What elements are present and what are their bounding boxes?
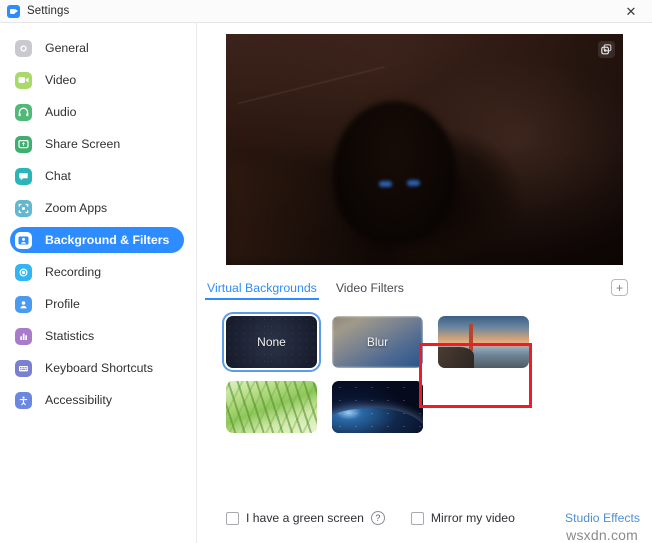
sidebar-item-statistics[interactable]: Statistics xyxy=(10,323,184,349)
sidebar-item-label: Keyboard Shortcuts xyxy=(45,361,154,375)
tab-virtual-backgrounds[interactable]: Virtual Backgrounds xyxy=(205,281,319,300)
background-blur[interactable]: Blur xyxy=(332,316,423,368)
share-screen-icon xyxy=(15,135,32,153)
preview-person-silhouette xyxy=(333,100,457,245)
sidebar-item-accessibility[interactable]: Accessibility xyxy=(10,387,184,413)
sidebar-item-label: Accessibility xyxy=(45,393,112,407)
question-mark-icon[interactable]: ? xyxy=(370,511,385,525)
sidebar-item-label: Profile xyxy=(45,297,80,311)
keyboard-icon xyxy=(15,359,32,377)
studio-effects-link[interactable]: Studio Effects xyxy=(565,511,640,525)
zoom-camera-icon xyxy=(7,4,20,18)
sidebar-item-audio[interactable]: Audio xyxy=(10,99,184,125)
tab-bar: Virtual Backgrounds Video Filters + xyxy=(205,279,642,305)
background-label: None xyxy=(257,335,286,349)
content-panel: Virtual Backgrounds Video Filters + None… xyxy=(197,23,652,543)
sidebar-item-chat[interactable]: Chat xyxy=(10,163,184,189)
mirror-video-label: Mirror my video xyxy=(430,511,515,525)
bottom-controls: I have a green screen ? Mirror my video … xyxy=(226,511,640,525)
sidebar-item-share-screen[interactable]: Share Screen xyxy=(10,131,184,157)
preview-glasses-glint-left xyxy=(378,180,392,187)
person-frame-icon xyxy=(15,231,32,249)
sidebar-item-keyboard-shortcuts[interactable]: Keyboard Shortcuts xyxy=(10,355,184,381)
accessibility-icon xyxy=(15,391,32,409)
sidebar-item-recording[interactable]: Recording xyxy=(10,259,184,285)
watermark: wsxdn.com xyxy=(566,527,638,543)
zoom-apps-icon xyxy=(15,199,32,217)
sidebar-item-profile[interactable]: Profile xyxy=(10,291,184,317)
background-grass[interactable] xyxy=(226,381,317,433)
record-circle-icon xyxy=(15,263,32,281)
person-icon xyxy=(15,295,32,313)
background-label: Blur xyxy=(366,335,389,349)
mirror-video-checkbox-group[interactable]: Mirror my video xyxy=(410,511,515,525)
sidebar-item-label: Share Screen xyxy=(45,137,121,151)
sidebar-item-label: General xyxy=(45,41,89,55)
sidebar-item-label: Chat xyxy=(45,169,71,183)
green-screen-checkbox[interactable] xyxy=(226,511,239,525)
gear-icon xyxy=(15,39,32,57)
sidebar-item-label: Zoom Apps xyxy=(45,201,108,215)
sidebar-item-label: Statistics xyxy=(45,329,95,343)
sidebar-item-video[interactable]: Video xyxy=(10,67,184,93)
sidebar-item-background-and-filters[interactable]: Background & Filters xyxy=(10,227,184,253)
sidebar-item-label: Background & Filters xyxy=(45,233,170,247)
sidebar: General Video Audio Share Screen Chat Zo… xyxy=(0,23,197,543)
video-camera-icon xyxy=(15,71,32,89)
window-title: Settings xyxy=(27,5,70,17)
video-preview xyxy=(226,34,623,265)
preview-glasses-glint-right xyxy=(406,179,420,186)
tab-video-filters[interactable]: Video Filters xyxy=(334,281,406,300)
sidebar-item-zoom-apps[interactable]: Zoom Apps xyxy=(10,195,184,221)
bar-chart-icon xyxy=(15,327,32,345)
sidebar-item-label: Audio xyxy=(45,105,77,119)
headphones-icon xyxy=(15,103,32,121)
sidebar-item-label: Recording xyxy=(45,265,102,279)
green-screen-checkbox-group[interactable]: I have a green screen ? xyxy=(226,511,385,525)
sidebar-item-label: Video xyxy=(45,73,77,87)
close-icon[interactable]: ✕ xyxy=(610,0,652,22)
title-bar: Settings ✕ xyxy=(0,0,652,23)
background-none[interactable]: None xyxy=(226,316,317,368)
plus-box-icon[interactable]: + xyxy=(611,279,628,296)
background-earth-from-space[interactable] xyxy=(332,381,423,433)
background-golden-gate-bridge[interactable] xyxy=(438,316,529,368)
green-screen-label: I have a green screen xyxy=(246,511,364,525)
virtual-background-grid: None Blur xyxy=(226,316,626,433)
mirror-video-checkbox[interactable] xyxy=(410,511,424,525)
picture-in-picture-icon[interactable] xyxy=(598,41,615,58)
chat-bubble-icon xyxy=(15,167,32,185)
sidebar-item-general[interactable]: General xyxy=(10,35,184,61)
